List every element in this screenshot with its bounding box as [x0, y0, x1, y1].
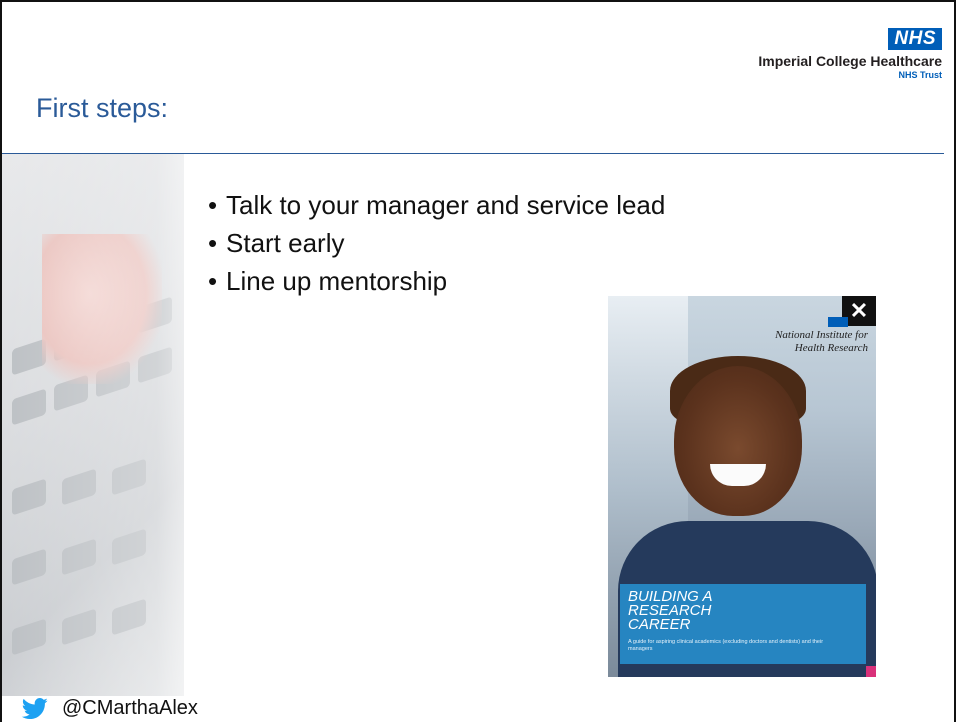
organization-subtitle: NHS Trust: [898, 70, 942, 80]
nhs-trust-logo: NHS Imperial College Healthcare NHS Trus…: [758, 28, 942, 80]
publisher-line-1: National Institute for: [775, 329, 868, 341]
cover-subtitle: A guide for aspiring clinical academics …: [628, 639, 824, 652]
bullet-text: Start early: [226, 228, 345, 258]
cover-title: Building a Research Career: [628, 588, 712, 633]
bullet-item: • Talk to your manager and service lead: [208, 186, 665, 224]
organization-name: Imperial College Healthcare: [758, 53, 942, 69]
twitter-icon: [21, 697, 48, 719]
bullet-list: • Talk to your manager and service lead •…: [208, 186, 665, 300]
footer: @CMarthaAlex: [18, 697, 198, 720]
title-divider: [2, 153, 944, 154]
bullet-item: • Line up mentorship: [208, 262, 665, 300]
bullet-item: • Start early: [208, 224, 665, 262]
nihr-logo: National Institute for Health Research: [775, 317, 868, 355]
twitter-handle: @CMarthaAlex: [62, 697, 198, 719]
slide-title: First steps:: [36, 93, 169, 123]
nhs-badge: NHS: [888, 28, 942, 50]
keyboard-hand-image: [2, 154, 184, 696]
nurse-portrait: [674, 366, 802, 516]
bullet-text: Line up mentorship: [226, 266, 448, 296]
research-career-cover-image: ✕ National Institute for Health Research…: [608, 296, 876, 677]
publisher-line-2: Health Research: [794, 342, 868, 354]
cover-title-panel: Building a Research Career A guide for a…: [620, 584, 866, 664]
bullet-text: Talk to your manager and service lead: [226, 190, 666, 220]
